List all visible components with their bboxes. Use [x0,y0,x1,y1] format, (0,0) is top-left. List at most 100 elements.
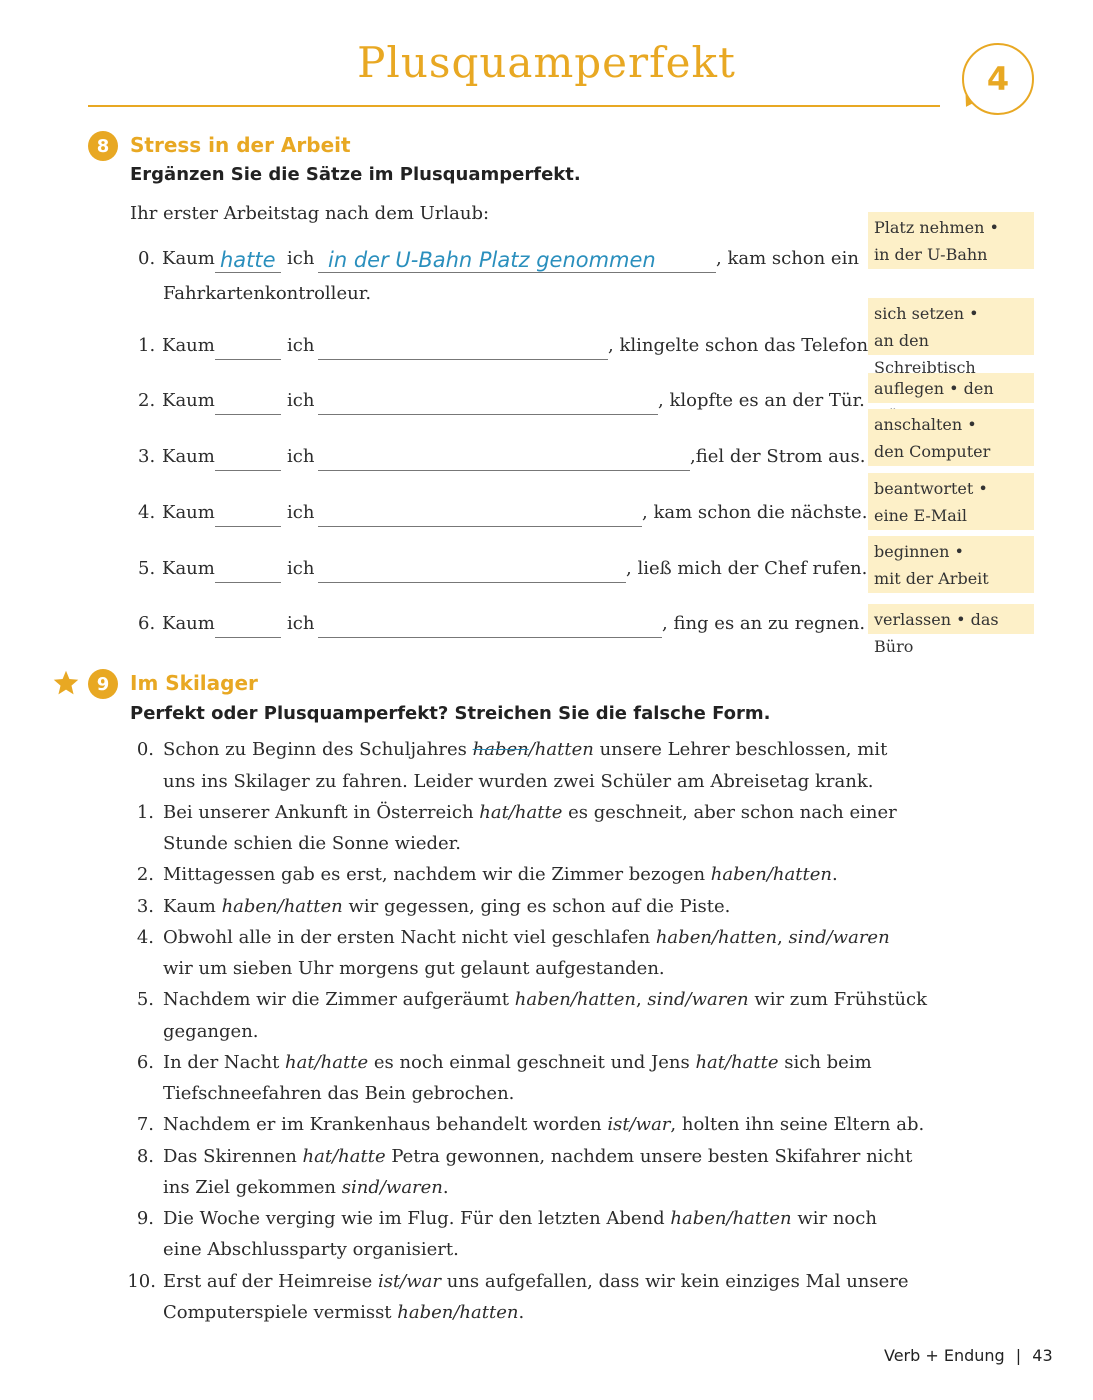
ich-word: ich [287,502,315,523]
option[interactable]: sind/waren [789,927,890,948]
footer-section: Verb + Endung [884,1346,1005,1365]
option[interactable]: haben/hatten [670,1208,791,1229]
hint-line: beantwortet • [874,479,988,498]
exercise-8-row: 1. Kaum ich , klingelte schon das Telefo… [130,335,874,365]
text: Die Woche verging wie im Flug. Für den l… [163,1208,671,1229]
text: wir gegessen, ging es schon auf die Pist… [342,896,731,917]
option[interactable]: hat/hatte [303,1146,386,1167]
sentence-line: ins Ziel gekommen sind/waren. [163,1177,449,1198]
kaum-word: Kaum [162,390,215,411]
text: ins Ziel gekommen [163,1177,342,1198]
sentence-ending: , kam schon ein [716,248,859,269]
sentence-line: In der Nacht hat/hatte es noch einmal ge… [163,1052,872,1073]
aux-blank[interactable] [215,448,281,471]
option[interactable]: hat/hatte [695,1052,778,1073]
option[interactable]: ist/war [607,1114,670,1135]
sentence-ending: ,fiel der Strom aus. [690,446,866,467]
handwritten-phrase: in der U-Bahn Platz genommen [328,248,656,272]
option[interactable]: sind/waren [647,989,748,1010]
aux-blank[interactable] [215,504,281,527]
text: Nachdem er im Krankenhaus behandelt word… [163,1114,608,1135]
hint-line: Platz nehmen • [874,218,999,237]
hint-line: den Computer [874,442,991,461]
ich-word: ich [287,613,315,634]
exercise-9-title: Im Skilager [130,671,258,695]
aux-blank[interactable] [215,392,281,415]
text: , [635,989,648,1010]
text: . [831,864,838,885]
option[interactable]: hat/hatte [479,802,562,823]
hint-box: auflegen • den Hörer [868,373,1034,425]
sentence-ending: , kam schon die nächste. [642,502,868,523]
kaum-word: Kaum [162,502,215,523]
hint-line: verlassen • das Büro [874,610,999,656]
text: sich beim [778,1052,872,1073]
text: . [442,1177,449,1198]
text: Petra gewonnen, nachdem unsere besten Sk… [385,1146,913,1167]
handwritten-aux: hatte [220,248,276,272]
item-number: 2. [138,390,156,411]
exercise-8-row: 5. Kaum ich , ließ mich der Chef rufen. [130,558,867,588]
text: es noch einmal geschneit und Jens [368,1052,696,1073]
item-number: 6. [138,613,156,634]
sentence-line: Nachdem wir die Zimmer aufgeräumt haben/… [163,989,927,1010]
phrase-blank[interactable] [318,504,642,527]
phrase-blank[interactable] [318,448,690,471]
sentence-line: eine Abschlussparty organisiert. [163,1239,459,1260]
item-number: 4. [136,927,154,948]
sentence-ending: , klopfte es an der Tür. [658,390,865,411]
option[interactable]: haben/hatten [397,1302,518,1323]
text: wir noch [791,1208,877,1229]
text: , [777,927,789,948]
kaum-word: Kaum [162,558,215,579]
option[interactable]: haben/hatten [222,896,343,917]
aux-blank[interactable] [215,615,281,638]
hint-line: beginnen • [874,542,964,561]
option[interactable]: haben/hatten [711,864,832,885]
kaum-word: Kaum [162,248,215,269]
hint-line: eine E-Mail [874,506,967,525]
option[interactable]: ist/war [378,1271,441,1292]
hint-box: beantwortet • eine E-Mail [868,473,1034,530]
chapter-badge: 4 [962,43,1034,115]
text: Obwohl alle in der ersten Nacht nicht vi… [163,927,656,948]
hint-box: beginnen • mit der Arbeit [868,536,1034,593]
aux-blank[interactable] [215,560,281,583]
text: Bei unserer Ankunft in Österreich [163,802,480,823]
sentence-ending: , ließ mich der Chef rufen. [626,558,868,579]
item-number: 1. [138,335,156,356]
option[interactable]: /hatten [529,739,594,760]
phrase-blank[interactable] [318,560,626,583]
sentence-line: gegangen. [163,1021,259,1042]
hint-box: sich setzen • an den Schreibtisch [868,298,1034,377]
aux-blank[interactable] [215,337,281,360]
option[interactable]: hat/hatte [285,1052,368,1073]
exercise-8-row: 6. Kaum ich , fing es an zu regnen. [130,613,865,643]
sentence-line: Mittagessen gab es erst, nachdem wir die… [163,864,838,885]
option[interactable]: haben/hatten [515,989,636,1010]
item-number: 6. [136,1052,154,1073]
sentence-line: uns ins Skilager zu fahren. Leider wurde… [163,771,874,792]
sentence-line: wir um sieben Uhr morgens gut gelaunt au… [163,958,665,979]
hint-line: in der U-Bahn [874,245,988,264]
option[interactable]: sind/waren [342,1177,443,1198]
kaum-word: Kaum [162,335,215,356]
item-number: 10. [127,1271,156,1292]
sentence-line: Erst auf der Heimreise ist/war uns aufge… [163,1271,909,1292]
phrase-blank[interactable] [318,392,658,415]
sentence-line: Computerspiele vermisst haben/hatten. [163,1302,524,1323]
kaum-word: Kaum [162,446,215,467]
sentence-line: Nachdem er im Krankenhaus behandelt word… [163,1114,924,1135]
text: Erst auf der Heimreise [163,1271,378,1292]
item-number: 4. [138,502,156,523]
page-number: 43 [1032,1346,1053,1365]
text: Mittagessen gab es erst, nachdem wir die… [163,864,711,885]
sentence-line: Obwohl alle in der ersten Nacht nicht vi… [163,927,890,948]
phrase-blank[interactable] [318,337,608,360]
phrase-blank[interactable] [318,615,662,638]
hint-box: Platz nehmen • in der U-Bahn [868,212,1034,269]
option[interactable]: haben/hatten [656,927,777,948]
text: Schon zu Beginn des Schuljahres [163,739,473,760]
item-number: 2. [136,864,154,885]
exercise-8-title: Stress in der Arbeit [130,133,351,157]
